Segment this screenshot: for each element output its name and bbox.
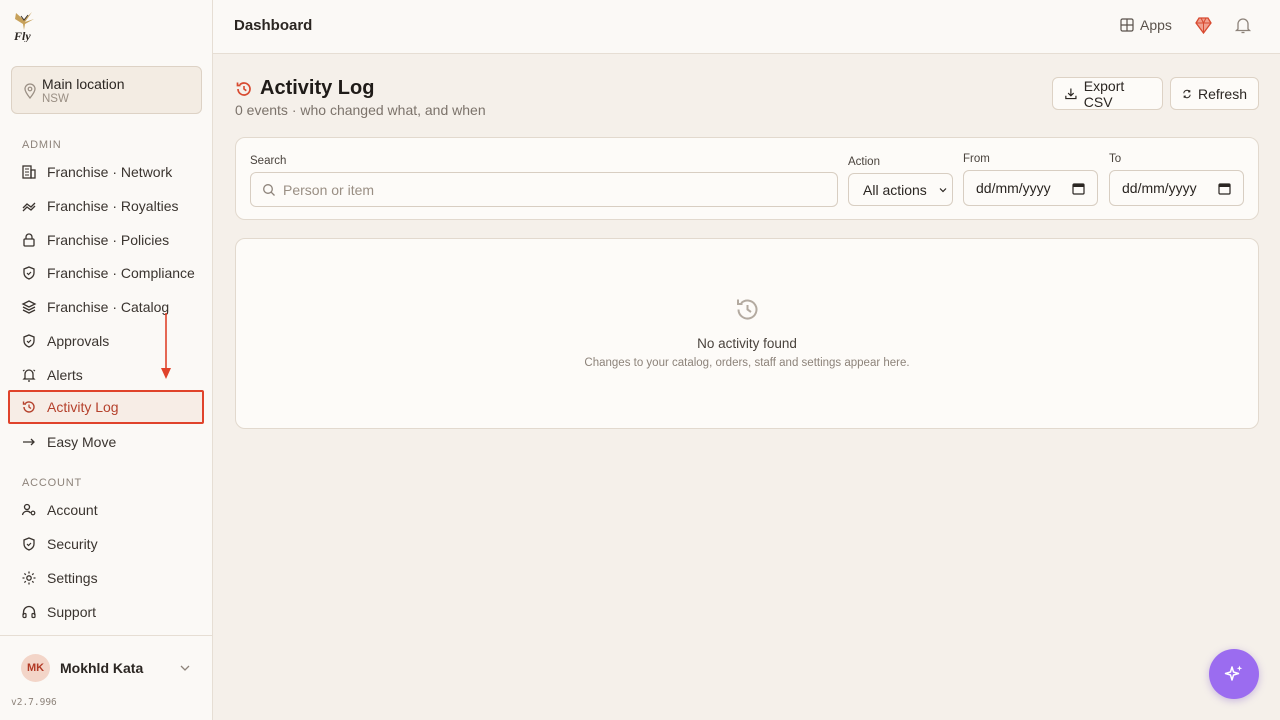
apps-label: Apps (1140, 17, 1172, 33)
action-label: Action (848, 156, 880, 168)
app-version: v2.7.996 (11, 697, 57, 708)
sidebar-divider (0, 635, 212, 636)
arrow-right-icon (23, 438, 35, 446)
layers-icon (21, 300, 37, 314)
page-subtitle: 0 events · who changed what, and when (235, 102, 486, 118)
sidebar-item-label: Easy Move (47, 434, 117, 450)
sidebar-item-franchise-compliance[interactable]: Franchise · Compliance (8, 256, 204, 290)
location-name: Main location (42, 76, 125, 92)
sidebar-item-label: Franchise · Compliance (47, 265, 195, 281)
export-csv-label: Export CSV (1083, 77, 1125, 110)
shield-check-icon (23, 334, 35, 348)
chevron-down-icon (180, 665, 190, 671)
download-icon (1065, 88, 1077, 100)
calendar-icon[interactable] (1072, 182, 1085, 195)
search-icon (263, 184, 275, 196)
search-label: Search (250, 155, 287, 167)
sidebar-item-label: Alerts (47, 367, 83, 383)
bell-icon[interactable] (1234, 16, 1252, 35)
search-field[interactable] (250, 172, 838, 207)
shield-check-icon (23, 266, 35, 280)
from-label: From (963, 153, 990, 165)
sparkles-icon (1224, 665, 1243, 681)
sidebar-item-franchise-network[interactable]: Franchise · Network (8, 155, 204, 189)
sidebar: Fly Main location NSW ADMIN Franchise · … (0, 0, 213, 720)
export-csv-button[interactable]: Export CSV (1052, 77, 1163, 110)
sidebar-item-approvals[interactable]: Approvals (8, 324, 204, 358)
sidebar-item-account[interactable]: Account (8, 493, 204, 527)
refresh-button[interactable]: Refresh (1170, 77, 1259, 110)
apps-button[interactable]: Apps (1120, 17, 1172, 33)
gear-icon (22, 571, 36, 585)
sidebar-item-label: Franchise · Royalties (47, 198, 179, 214)
chevron-down-icon (939, 188, 947, 193)
to-label: To (1109, 153, 1122, 165)
from-date-value: dd/mm/yyyy (976, 180, 1051, 196)
topbar: Dashboard Apps (213, 0, 1280, 54)
sidebar-item-franchise-catalog[interactable]: Franchise · Catalog (8, 290, 204, 324)
sidebar-item-activity-log[interactable]: Activity Log (8, 390, 204, 424)
logo-text: Fly (13, 29, 31, 42)
action-select[interactable]: All actions (848, 173, 953, 206)
annotation-arrow-icon (161, 313, 171, 379)
avatar: MK (21, 654, 50, 682)
sidebar-item-label: Security (47, 536, 98, 552)
page-title: Activity Log (260, 77, 375, 99)
location-switcher[interactable]: Main location NSW (11, 66, 202, 114)
from-date-input[interactable]: dd/mm/yyyy (963, 170, 1098, 206)
empty-state-subtitle: Changes to your catalog, orders, staff a… (584, 357, 910, 369)
fly-logo[interactable]: Fly (12, 10, 38, 42)
history-icon (737, 299, 758, 320)
sidebar-item-label: Settings (47, 570, 98, 586)
section-title-admin: ADMIN (22, 139, 62, 151)
sidebar-item-label: Activity Log (47, 399, 119, 415)
user-cog-icon (21, 503, 36, 516)
sidebar-item-easy-move[interactable]: Easy Move (8, 425, 204, 459)
grid-icon (1120, 18, 1134, 32)
user-menu[interactable]: MK Mokhld Kata (21, 654, 196, 682)
ai-assistant-button[interactable] (1209, 649, 1259, 699)
section-title-account: ACCOUNT (22, 477, 82, 489)
coins-icon (22, 202, 36, 212)
to-date-value: dd/mm/yyyy (1122, 180, 1197, 196)
search-input[interactable] (283, 173, 823, 206)
action-select-value: All actions (863, 181, 927, 198)
gem-icon[interactable] (1194, 16, 1213, 35)
to-date-input[interactable]: dd/mm/yyyy (1109, 170, 1244, 206)
location-region: NSW (42, 93, 69, 105)
sidebar-item-security[interactable]: Security (8, 527, 204, 561)
bell-ring-icon (22, 369, 36, 382)
shield-icon (23, 537, 35, 551)
sidebar-item-franchise-policies[interactable]: Franchise · Policies (8, 223, 204, 257)
sidebar-item-label: Franchise · Policies (47, 232, 170, 248)
lock-icon (23, 233, 35, 247)
building-icon (22, 165, 36, 179)
refresh-label: Refresh (1197, 85, 1247, 102)
sidebar-item-label: Account (47, 502, 98, 518)
empty-state-card: No activity found Changes to your catalo… (235, 238, 1259, 429)
sidebar-item-label: Approvals (47, 333, 110, 349)
history-icon (22, 401, 35, 413)
map-pin-icon (24, 83, 36, 99)
refresh-icon (1183, 89, 1191, 98)
empty-state-title: No activity found (697, 336, 797, 351)
sidebar-item-franchise-royalties[interactable]: Franchise · Royalties (8, 189, 204, 223)
sidebar-item-support[interactable]: Support (8, 595, 204, 629)
user-name: Mokhld Kata (60, 660, 144, 676)
page-header-title: Dashboard (234, 17, 313, 34)
history-icon (236, 82, 251, 96)
sidebar-item-alerts[interactable]: Alerts (8, 358, 204, 392)
sidebar-item-label: Franchise · Network (47, 164, 173, 180)
sidebar-item-label: Franchise · Catalog (47, 299, 170, 315)
calendar-icon[interactable] (1218, 182, 1231, 195)
sidebar-item-label: Support (47, 604, 97, 620)
headphones-icon (22, 605, 36, 619)
filters-card: Search Action All actions From dd/mm/yyy… (235, 137, 1259, 220)
sidebar-item-settings[interactable]: Settings (8, 561, 204, 595)
